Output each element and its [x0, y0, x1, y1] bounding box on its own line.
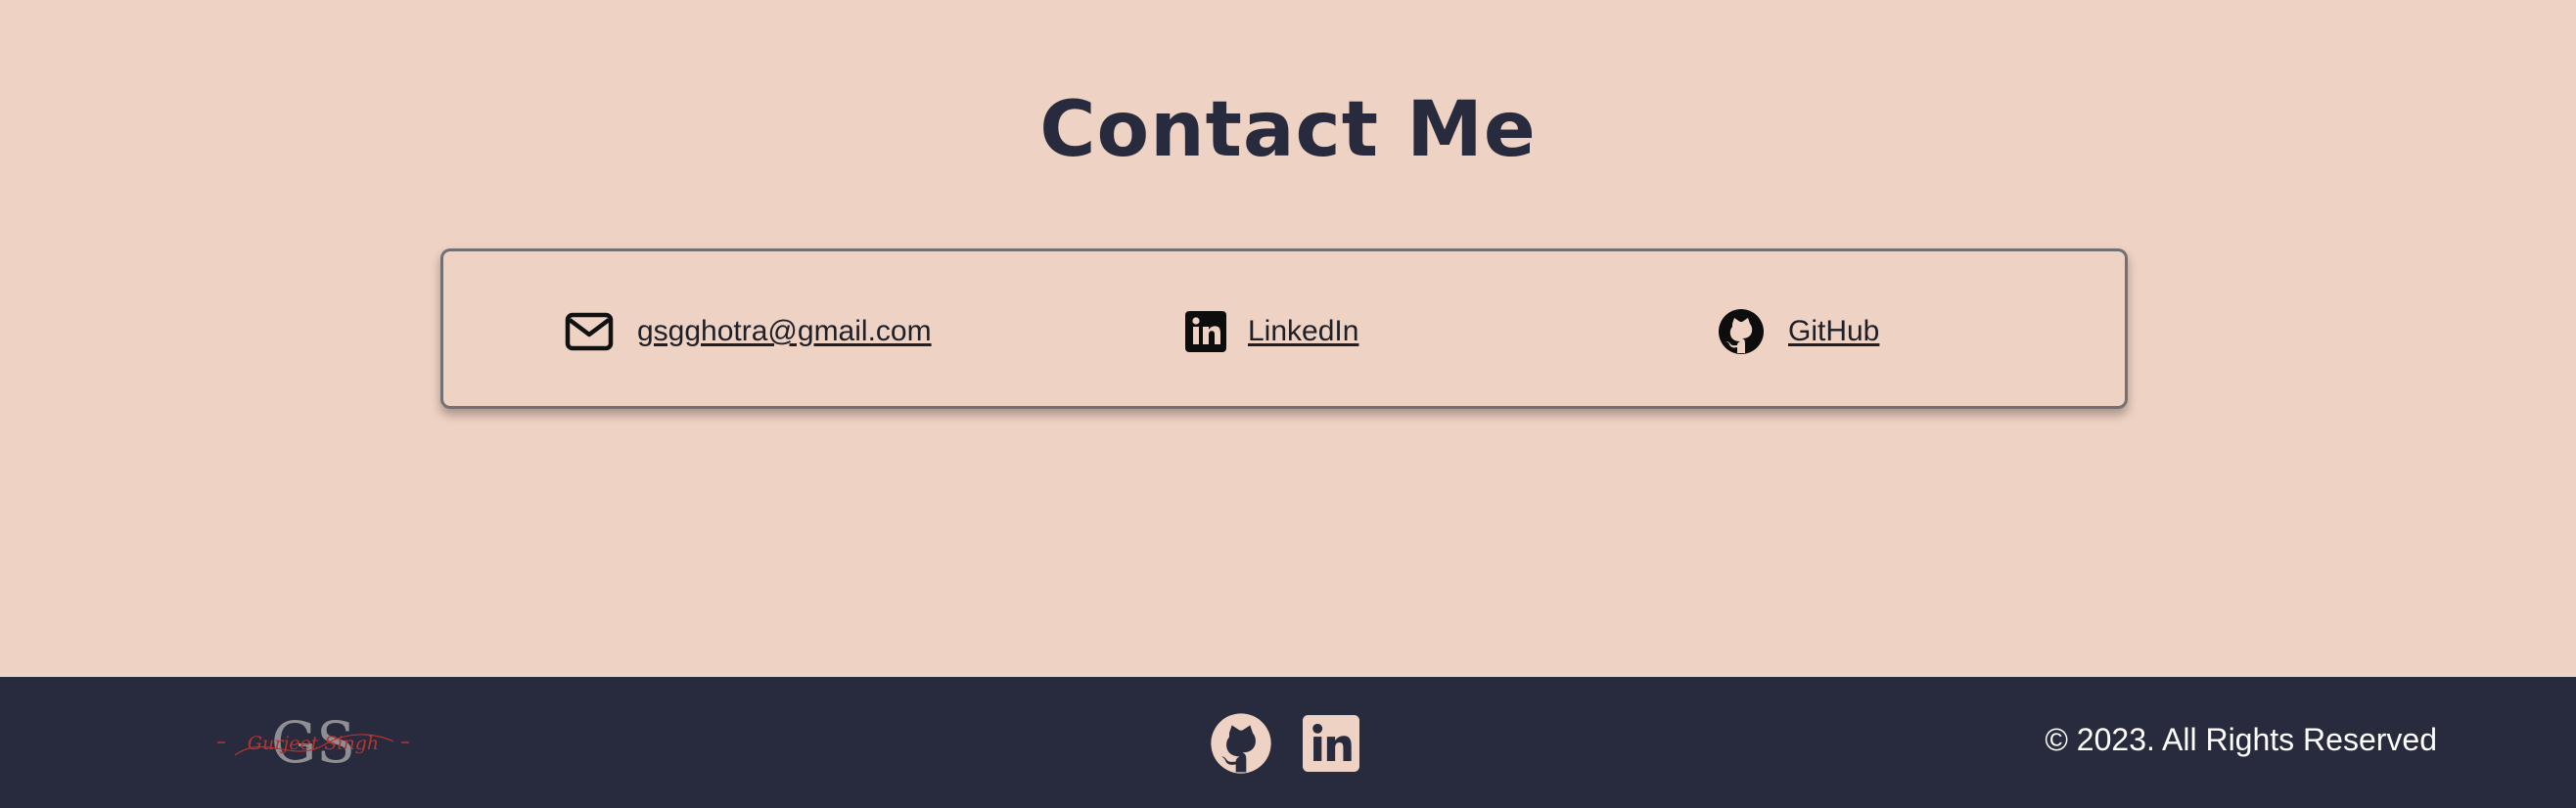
github-link[interactable]: GitHub	[1718, 308, 1879, 355]
page-title: Contact Me	[1039, 86, 1537, 174]
footer: GS Gurjeet Singh © 2023. All Rights Rese…	[0, 677, 2576, 808]
footer-github-link[interactable]	[1210, 712, 1272, 775]
github-label[interactable]: GitHub	[1788, 315, 1879, 348]
footer-linkedin-link[interactable]	[1300, 712, 1362, 775]
linkedin-icon	[1185, 311, 1226, 352]
linkedin-label[interactable]: LinkedIn	[1248, 315, 1358, 348]
logo: GS Gurjeet Singh	[215, 706, 411, 779]
contact-card: gsgghotra@gmail.com LinkedIn GitHub	[440, 248, 2128, 409]
envelope-icon	[565, 312, 614, 351]
linkedin-icon	[1303, 715, 1359, 772]
email-label[interactable]: gsgghotra@gmail.com	[637, 315, 932, 348]
github-icon	[1718, 308, 1765, 355]
email-link[interactable]: gsgghotra@gmail.com	[565, 310, 932, 353]
copyright-text: © 2023. All Rights Reserved	[2045, 722, 2437, 757]
github-icon	[1210, 712, 1272, 775]
linkedin-link[interactable]: LinkedIn	[1185, 310, 1358, 353]
svg-text:Gurjeet Singh: Gurjeet Singh	[248, 733, 379, 754]
